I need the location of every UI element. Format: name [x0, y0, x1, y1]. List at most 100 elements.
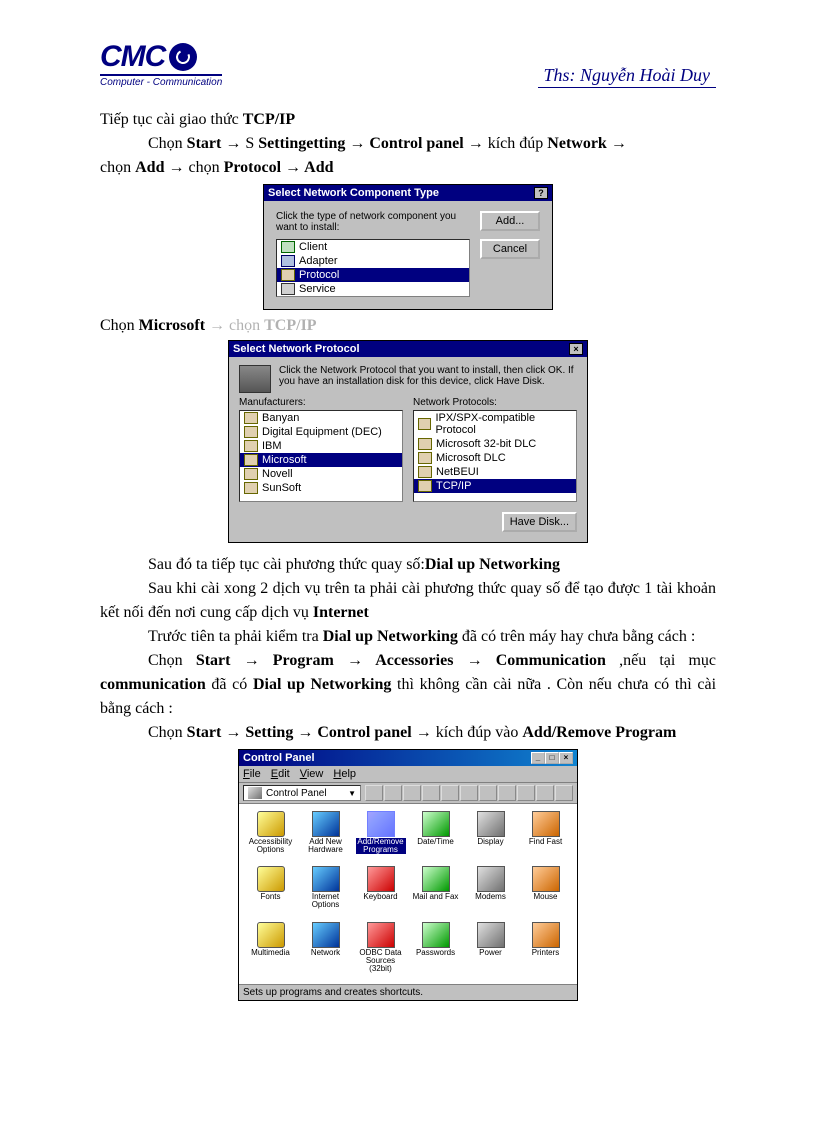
text: chọn	[184, 159, 223, 176]
undo-icon[interactable]	[441, 785, 459, 801]
add-button[interactable]: Add...	[480, 211, 540, 231]
list-item[interactable]: SunSoft	[240, 481, 402, 495]
cp-item[interactable]: Mail and Fax	[408, 865, 463, 918]
cp-item-icon	[532, 866, 560, 892]
cut-icon[interactable]	[384, 785, 402, 801]
manufacturers-listbox[interactable]: Banyan Digital Equipment (DEC) IBM Micro…	[239, 410, 403, 502]
close-icon[interactable]: ×	[569, 343, 583, 355]
text-bold: Add	[301, 159, 333, 176]
list-item[interactable]: Digital Equipment (DEC)	[240, 425, 402, 439]
cp-item[interactable]: Fonts	[243, 865, 298, 918]
list-item[interactable]: Microsoft 32-bit DLC	[414, 437, 576, 451]
text-bold: Start	[187, 724, 222, 741]
properties-icon[interactable]	[479, 785, 497, 801]
have-disk-button[interactable]: Have Disk...	[502, 512, 577, 532]
cp-item-icon	[257, 922, 285, 948]
cp-item[interactable]: Add New Hardware	[298, 810, 353, 863]
menu-edit[interactable]: Edit	[271, 768, 290, 780]
delete-icon[interactable]	[460, 785, 478, 801]
cp-item[interactable]: Date/Time	[408, 810, 463, 863]
arrow-icon: →	[611, 135, 627, 152]
address-bar[interactable]: Control Panel ▼	[243, 785, 361, 801]
vendor-icon	[244, 440, 258, 452]
component-listbox[interactable]: Client Adapter Protocol Service	[276, 239, 470, 297]
list-icon[interactable]	[536, 785, 554, 801]
list-item[interactable]: IPX/SPX-compatible Protocol	[414, 411, 576, 437]
list-item-selected[interactable]: Protocol	[277, 268, 469, 282]
cp-item[interactable]: Mouse	[518, 865, 573, 918]
menu-help[interactable]: Help	[333, 768, 356, 780]
vendor-icon	[244, 482, 258, 494]
cancel-button[interactable]: Cancel	[480, 239, 540, 259]
text-bold: Start	[187, 135, 222, 152]
list-item-label: Protocol	[299, 269, 339, 281]
cp-item-label: Fonts	[260, 893, 280, 901]
list-item-selected[interactable]: Microsoft	[240, 453, 402, 467]
menu-file[interactable]: File	[243, 768, 261, 780]
text-bold: Start	[196, 652, 231, 669]
protocols-label: Network Protocols:	[413, 397, 577, 408]
text: Chọn	[148, 724, 187, 741]
list-item[interactable]: NetBEUI	[414, 465, 576, 479]
cp-item[interactable]: Multimedia	[243, 921, 298, 982]
help-icon[interactable]: ?	[534, 187, 548, 199]
cp-item[interactable]: Accessibility Options	[243, 810, 298, 863]
logo-icon	[169, 43, 197, 71]
cp-item[interactable]: Modems	[463, 865, 518, 918]
vendor-icon	[244, 412, 258, 424]
cp-item[interactable]: Add/Remove Programs	[353, 810, 408, 863]
arrow-icon: →	[467, 652, 483, 669]
list-item-label: IPX/SPX-compatible Protocol	[435, 412, 572, 436]
cp-item-icon	[367, 922, 395, 948]
cp-item[interactable]: ODBC Data Sources (32bit)	[353, 921, 408, 982]
list-item-selected[interactable]: TCP/IP	[414, 479, 576, 493]
manufacturers-label: Manufacturers:	[239, 397, 403, 408]
cp-item[interactable]: Passwords	[408, 921, 463, 982]
small-icons-icon[interactable]	[517, 785, 535, 801]
text-bold: Add/Remove Program	[522, 724, 676, 741]
vendor-icon	[244, 468, 258, 480]
cp-item[interactable]: Printers	[518, 921, 573, 982]
copy-icon[interactable]	[403, 785, 421, 801]
chevron-down-icon[interactable]: ▼	[348, 789, 356, 798]
cp-item[interactable]: Network	[298, 921, 353, 982]
cp-item-label: Passwords	[416, 949, 455, 957]
list-item-label: TCP/IP	[436, 480, 471, 492]
menu-view[interactable]: View	[300, 768, 324, 780]
up-icon[interactable]	[365, 785, 383, 801]
text-bold: Control panel	[313, 724, 411, 741]
dialog-titlebar: Select Network Protocol ×	[229, 341, 587, 357]
cp-item[interactable]: Internet Options	[298, 865, 353, 918]
text: Trước tiên ta phải kiểm tra	[148, 628, 323, 645]
list-item[interactable]: Banyan	[240, 411, 402, 425]
cp-item-label: Add/Remove Programs	[356, 838, 406, 854]
select-component-dialog: Select Network Component Type ? Click th…	[263, 184, 553, 310]
vendor-icon	[244, 454, 258, 466]
details-icon[interactable]	[555, 785, 573, 801]
list-item-label: SunSoft	[262, 482, 301, 494]
cp-item[interactable]: Power	[463, 921, 518, 982]
large-icons-icon[interactable]	[498, 785, 516, 801]
list-item[interactable]: Client	[277, 240, 469, 254]
arrow-icon: →	[244, 652, 260, 669]
list-item[interactable]: Microsoft DLC	[414, 451, 576, 465]
cp-item-icon	[532, 922, 560, 948]
list-item-label: Novell	[262, 468, 293, 480]
text-bold: Protocol	[224, 159, 281, 176]
protocols-listbox[interactable]: IPX/SPX-compatible Protocol Microsoft 32…	[413, 410, 577, 502]
list-item[interactable]: Adapter	[277, 254, 469, 268]
list-item[interactable]: Service	[277, 282, 469, 296]
maximize-icon[interactable]: □	[545, 752, 559, 764]
minimize-icon[interactable]: _	[531, 752, 545, 764]
list-item[interactable]: IBM	[240, 439, 402, 453]
text: đã có	[206, 676, 253, 693]
text-bold: Control panel	[365, 135, 463, 152]
protocol-item-icon	[418, 438, 432, 450]
toolbar: Control Panel ▼	[239, 783, 577, 804]
cp-item[interactable]: Find Fast	[518, 810, 573, 863]
paste-icon[interactable]	[422, 785, 440, 801]
list-item[interactable]: Novell	[240, 467, 402, 481]
close-icon[interactable]: ×	[559, 752, 573, 764]
cp-item[interactable]: Keyboard	[353, 865, 408, 918]
cp-item[interactable]: Display	[463, 810, 518, 863]
